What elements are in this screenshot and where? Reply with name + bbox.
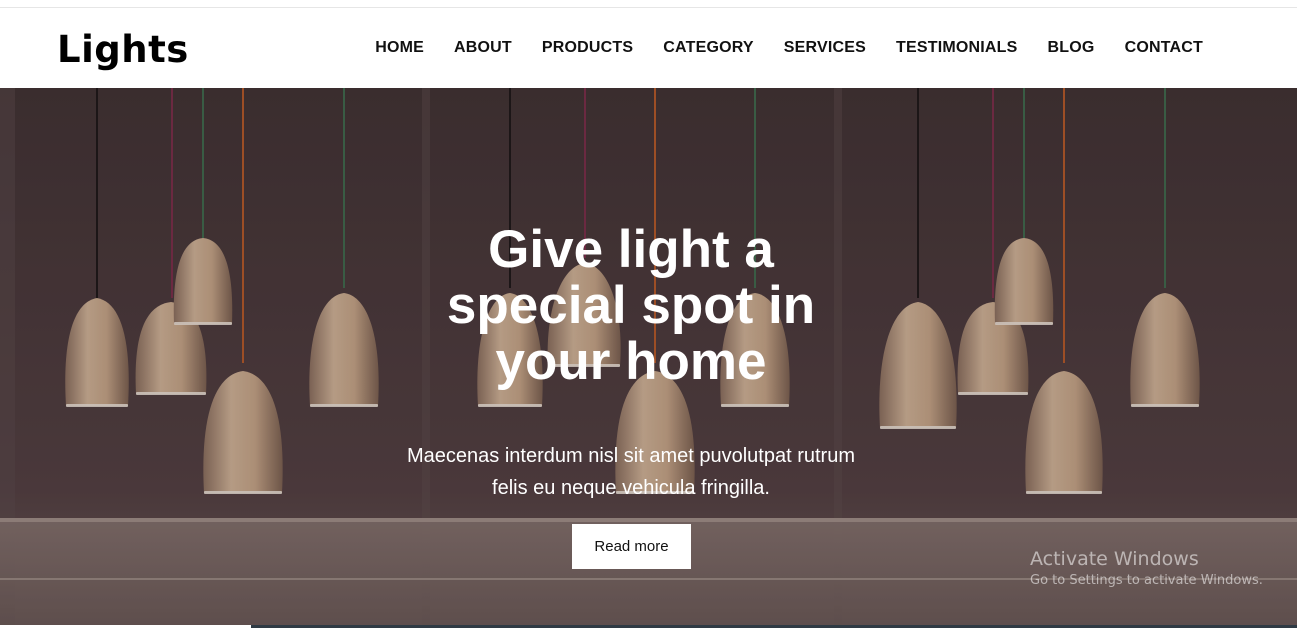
nav-contact[interactable]: CONTACT: [1125, 38, 1203, 58]
hero-description: Maecenas interdum nisl sit amet puvolutp…: [407, 445, 855, 499]
nav-testimonials[interactable]: TESTIMONIALS: [896, 38, 1018, 58]
nav-products[interactable]: PRODUCTS: [542, 38, 633, 58]
hero-title: Give light a special spot in your home: [446, 220, 816, 391]
nav-blog[interactable]: BLOG: [1048, 38, 1095, 58]
main-nav: HOME ABOUT PRODUCTS CATEGORY SERVICES TE…: [375, 8, 1297, 88]
nav-about[interactable]: ABOUT: [454, 38, 512, 58]
hero-banner: Give light a special spot in your home M…: [0, 88, 1297, 625]
site-logo[interactable]: Lights: [57, 28, 189, 72]
top-strip: [0, 0, 1297, 8]
activate-windows-watermark: Activate Windows Go to Settings to activ…: [1030, 548, 1263, 591]
watermark-title: Activate Windows: [1030, 548, 1199, 570]
nav-category[interactable]: CATEGORY: [663, 38, 754, 58]
watermark-subtitle: Go to Settings to activate Windows.: [1030, 573, 1263, 588]
hero-content: Give light a special spot in your home M…: [0, 88, 1297, 625]
read-more-button[interactable]: Read more: [572, 524, 691, 569]
nav-services[interactable]: SERVICES: [784, 38, 866, 58]
site-header: Lights HOME ABOUT PRODUCTS CATEGORY SERV…: [0, 8, 1297, 88]
nav-home[interactable]: HOME: [375, 38, 424, 58]
